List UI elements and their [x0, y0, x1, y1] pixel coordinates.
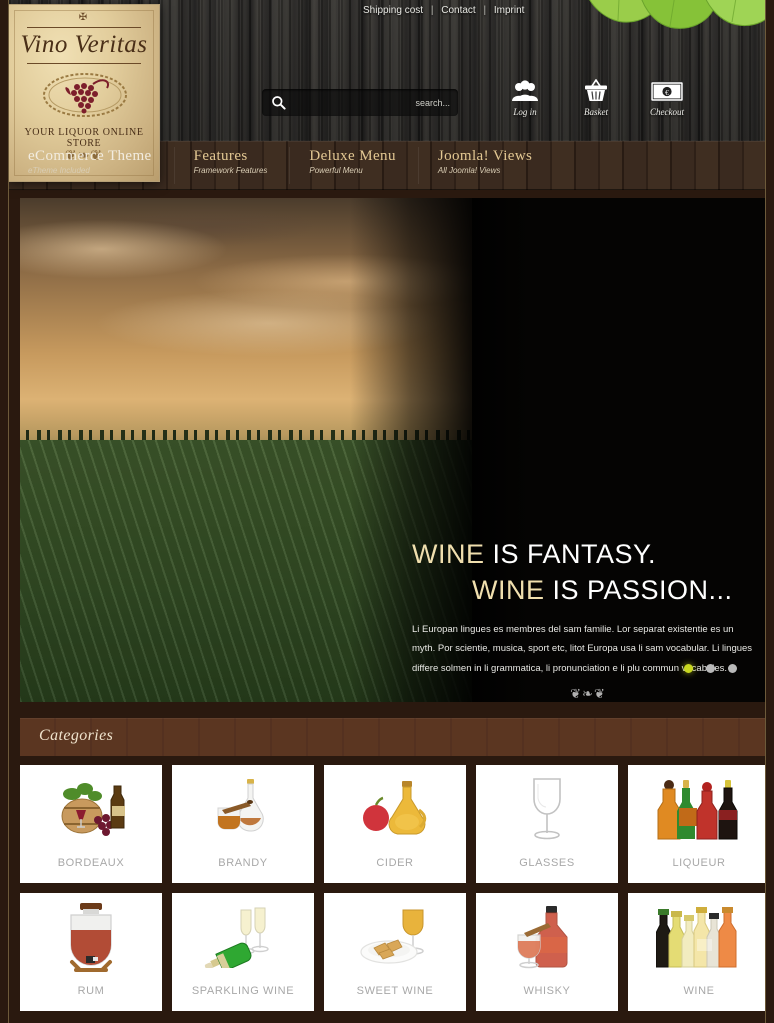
login-label: Log in — [513, 107, 537, 117]
search-box[interactable] — [262, 89, 458, 116]
hero-ornament-icon: ❦❧❦ — [570, 686, 606, 701]
account-actions: Log in Basket € Checkout — [500, 78, 692, 117]
menu-item-subtitle: eTheme Included — [28, 166, 90, 175]
page-root: ✠ Vino Veritas YOUR LIQUOR ONLINE STORE … — [0, 0, 774, 1023]
category-label: BORDEAUX — [57, 857, 125, 869]
top-link-separator-2: | — [483, 5, 487, 16]
category-tile-wine[interactable]: WINE — [628, 893, 766, 1011]
category-tile-sweet-wine[interactable]: SWEET WINE — [324, 893, 466, 1011]
search-input[interactable] — [300, 89, 450, 116]
top-link-separator-1: | — [430, 5, 434, 16]
site-header: ✠ Vino Veritas YOUR LIQUOR ONLINE STORE … — [8, 0, 766, 190]
category-label: GLASSES — [519, 857, 575, 869]
hero-headline-word-2: WINE — [472, 575, 545, 606]
basket-button[interactable]: Basket — [571, 78, 621, 117]
category-tile-glasses[interactable]: GLASSES — [476, 765, 618, 883]
category-label: WHISKY — [523, 985, 571, 997]
grapes-laurel-icon — [43, 73, 127, 117]
slider-pagination — [684, 664, 737, 673]
category-label: SPARKLING WINE — [191, 985, 295, 997]
categories-section-header: Categories — [20, 718, 766, 756]
logo-crest-icon: ✠ — [78, 12, 90, 23]
basket-icon — [571, 78, 621, 104]
banknote-icon: € — [642, 78, 692, 104]
wine-barrel-grapes-icon — [20, 765, 162, 853]
sweet-wine-cookies-icon — [324, 893, 466, 981]
slider-dot-3[interactable] — [728, 664, 737, 673]
users-icon — [500, 78, 550, 104]
slider-dot-1[interactable] — [684, 664, 693, 673]
hero-headline-line-2: WINE IS PASSION... — [412, 572, 756, 608]
logo-rule-top — [27, 27, 141, 28]
apple-cider-carafe-icon — [324, 765, 466, 853]
hero-headline-rest-1: IS FANTASY. — [484, 539, 657, 569]
search-icon — [272, 96, 286, 110]
category-tile-whisky[interactable]: WHISKY — [476, 893, 618, 1011]
category-label: CIDER — [376, 857, 414, 869]
liqueur-bottles-icon — [628, 765, 766, 853]
menu-item-deluxe-menu[interactable]: Deluxe Menu Powerful Menu — [289, 141, 417, 190]
menu-item-subtitle: Powerful Menu — [309, 166, 363, 175]
category-tile-brandy[interactable]: BRANDY — [172, 765, 314, 883]
categories-grid: BORDEAUX BRANDY CIDER GLASSES LIQUEUR RU… — [20, 765, 766, 1011]
main-navigation: eCommerce Theme eTheme Included Features… — [8, 141, 554, 190]
basket-label: Basket — [584, 107, 608, 117]
category-label: WINE — [683, 985, 715, 997]
wine-bottles-icon — [628, 893, 766, 981]
hero-headline-rest-2: IS PASSION... — [544, 575, 733, 606]
logo-brand-name: Vino Veritas — [20, 31, 148, 58]
hero-slider[interactable]: WINE IS FANTASY. WINE IS PASSION... Li E… — [20, 198, 766, 702]
menu-item-title: Deluxe Menu — [309, 148, 396, 164]
login-button[interactable]: Log in — [500, 78, 550, 117]
menu-item-ecommerce-theme[interactable]: eCommerce Theme eTheme Included — [8, 141, 174, 190]
menu-item-title: Features — [193, 148, 248, 164]
category-tile-bordeaux[interactable]: BORDEAUX — [20, 765, 162, 883]
categories-heading: Categories — [39, 727, 114, 744]
category-label: LIQUEUR — [672, 857, 726, 869]
logo-rule-bottom — [27, 63, 141, 64]
top-link-contact[interactable]: Contact — [441, 5, 475, 16]
menu-item-joomla-views[interactable]: Joomla! Views All Joomla! Views — [417, 141, 554, 190]
category-tile-rum[interactable]: RUM — [20, 893, 162, 1011]
menu-item-title: eCommerce Theme — [28, 148, 152, 164]
champagne-flutes-icon — [172, 893, 314, 981]
category-tile-sparkling-wine[interactable]: SPARKLING WINE — [172, 893, 314, 1011]
menu-item-title: Joomla! Views — [437, 148, 533, 164]
category-label: RUM — [77, 985, 105, 997]
svg-text:€: € — [665, 88, 669, 97]
checkout-label: Checkout — [650, 107, 684, 117]
whisky-decanter-icon — [476, 893, 618, 981]
menu-item-subtitle: All Joomla! Views — [437, 166, 501, 175]
top-utility-links: Shipping cost | Contact | Imprint — [363, 5, 524, 16]
menu-item-subtitle: Framework Features — [193, 166, 268, 175]
category-label: SWEET WINE — [356, 985, 434, 997]
rum-dispenser-icon — [20, 893, 162, 981]
category-label: BRANDY — [218, 857, 268, 869]
grape-leaves-decoration — [589, 0, 766, 29]
top-link-shipping-cost[interactable]: Shipping cost — [363, 5, 423, 16]
top-link-imprint[interactable]: Imprint — [494, 5, 525, 16]
checkout-button[interactable]: € Checkout — [642, 78, 692, 117]
category-tile-cider[interactable]: CIDER — [324, 765, 466, 883]
menu-item-features[interactable]: Features Framework Features — [173, 141, 290, 190]
hero-headline-word-1: WINE — [412, 539, 485, 569]
slider-dot-2[interactable] — [706, 664, 715, 673]
hero-headline: WINE IS FANTASY. WINE IS PASSION... — [412, 536, 756, 609]
brandy-decanter-icon — [172, 765, 314, 853]
category-tile-liqueur[interactable]: LIQUEUR — [628, 765, 766, 883]
wine-glass-icon — [476, 765, 618, 853]
